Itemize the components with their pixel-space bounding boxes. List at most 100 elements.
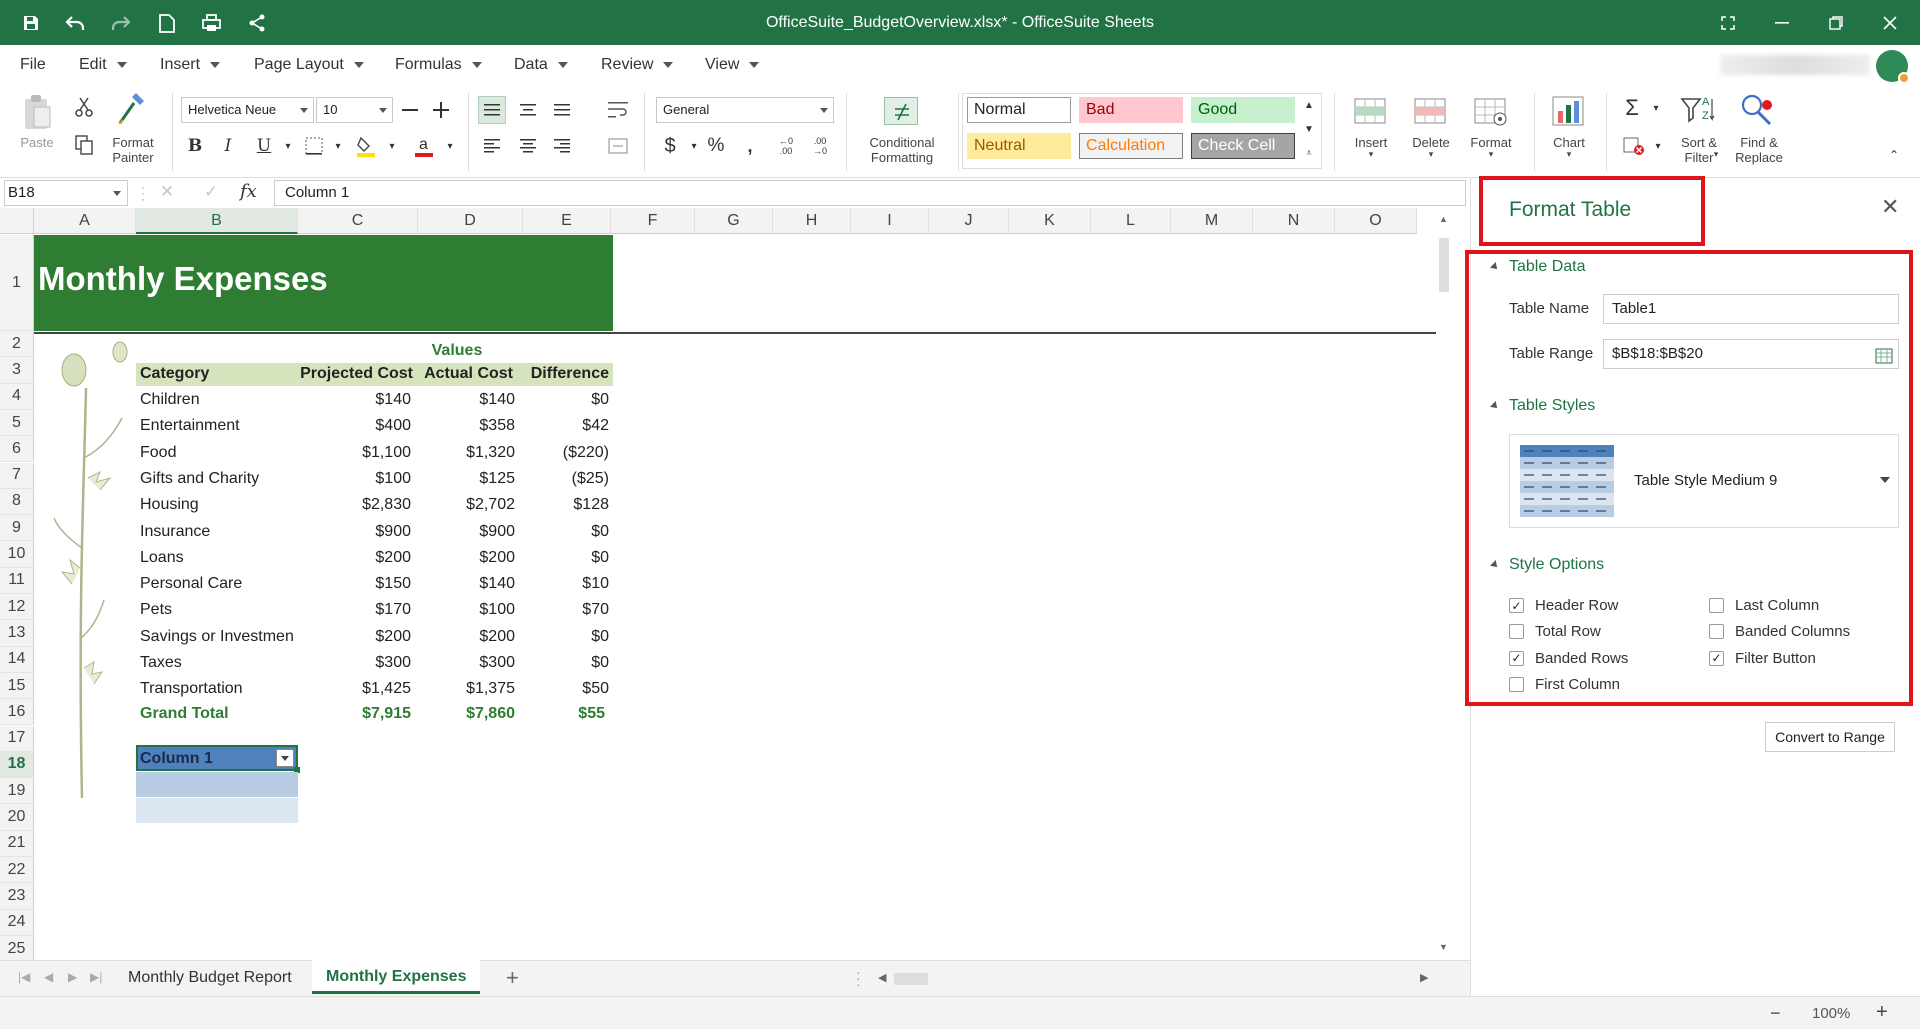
vertical-scrollbar[interactable]: ▲ ▼ — [1436, 208, 1452, 960]
cell-projected-cost[interactable]: $900 — [298, 519, 411, 545]
restore-icon[interactable] — [1808, 0, 1864, 45]
sheet-tab-monthly-budget-report[interactable]: Monthly Budget Report — [116, 961, 304, 995]
cell-projected-cost[interactable]: $140 — [298, 387, 411, 413]
cell-actual-cost[interactable]: $140 — [418, 571, 515, 597]
font-name-select[interactable]: Helvetica Neue — [181, 97, 314, 123]
full-screen-icon[interactable] — [1700, 0, 1756, 45]
formula-input[interactable]: Column 1 — [274, 180, 1466, 206]
table-name-input[interactable]: Table1 — [1603, 294, 1899, 324]
close-window-icon[interactable] — [1862, 0, 1918, 45]
row-header-20[interactable]: 20 — [0, 804, 34, 831]
section-style-options[interactable]: Style Options — [1490, 556, 1604, 574]
column-header-b[interactable]: B — [136, 208, 298, 234]
cell-category[interactable]: Insurance — [140, 519, 300, 545]
cell-actual-cost[interactable]: $358 — [418, 413, 515, 439]
row-header-17[interactable]: 17 — [0, 725, 34, 752]
align-middle-icon[interactable] — [514, 96, 542, 124]
column-header-i[interactable]: I — [851, 208, 929, 234]
menu-formulas[interactable]: Formulas — [395, 45, 482, 85]
bold-icon[interactable]: B — [181, 132, 209, 160]
row-header-5[interactable]: 5 — [0, 409, 34, 437]
chart-dropdown-icon[interactable]: ▾ — [1544, 147, 1594, 162]
row-header-25[interactable]: 25 — [0, 935, 34, 960]
scroll-up-icon[interactable]: ▲ — [1439, 214, 1448, 224]
cell-difference[interactable]: ($220) — [516, 440, 609, 466]
sort-filter-dropdown-icon[interactable]: ▾ — [1708, 147, 1724, 162]
zoom-out-icon[interactable]: − — [1770, 1003, 1781, 1024]
option-first-column[interactable]: First Column — [1509, 676, 1620, 693]
cancel-entry-icon[interactable]: ✕ — [160, 182, 174, 202]
cell-projected-cost[interactable]: $170 — [298, 597, 411, 623]
align-right-icon[interactable] — [548, 132, 576, 160]
cell-actual-cost[interactable]: $900 — [418, 519, 515, 545]
cut-icon[interactable] — [70, 93, 98, 121]
sort-filter-icon[interactable]: AZ — [1680, 93, 1716, 127]
menu-insert[interactable]: Insert — [160, 45, 221, 85]
header-actual-cost[interactable]: Actual Cost — [418, 361, 513, 387]
cell-difference[interactable]: $128 — [516, 492, 609, 518]
column-header-l[interactable]: L — [1091, 208, 1171, 234]
add-sheet-icon[interactable]: + — [506, 965, 519, 991]
row-header-14[interactable]: 14 — [0, 646, 34, 673]
cell-actual-cost[interactable]: $200 — [418, 545, 515, 571]
option-total-row[interactable]: Total Row — [1509, 623, 1601, 640]
cell-difference[interactable]: $0 — [516, 624, 609, 650]
column-header-m[interactable]: M — [1171, 208, 1253, 234]
underline-dropdown-icon[interactable]: ▾ — [274, 132, 302, 160]
row-header-1[interactable]: 1 — [0, 235, 34, 331]
cell-projected-cost[interactable]: $1,100 — [298, 440, 411, 466]
column-header-k[interactable]: K — [1009, 208, 1091, 234]
conditional-formatting-label[interactable]: Conditional Formatting — [858, 135, 946, 165]
increase-font-icon[interactable] — [427, 96, 455, 124]
row-header-6[interactable]: 6 — [0, 436, 34, 463]
row-header-21[interactable]: 21 — [0, 830, 34, 857]
option-last-column[interactable]: Last Column — [1709, 597, 1819, 614]
cell-difference[interactable]: $10 — [516, 571, 609, 597]
cell-difference[interactable]: $50 — [516, 676, 609, 702]
decrease-font-icon[interactable] — [396, 96, 424, 124]
cell-category[interactable]: Pets — [140, 597, 300, 623]
cell-projected-cost[interactable]: $2,830 — [298, 492, 411, 518]
cell-difference[interactable]: $0 — [516, 545, 609, 571]
menu-data[interactable]: Data — [514, 45, 568, 85]
cell-actual-cost[interactable]: $100 — [418, 597, 515, 623]
grand-total-actual[interactable]: $7,860 — [418, 701, 515, 727]
row-header-8[interactable]: 8 — [0, 488, 34, 516]
conditional-formatting-icon[interactable] — [884, 97, 918, 125]
style-calculation[interactable]: Calculation — [1079, 133, 1183, 159]
last-sheet-icon[interactable]: ▶| — [90, 970, 102, 984]
header-projected-cost[interactable]: Projected Cost — [298, 361, 413, 387]
new-document-icon[interactable] — [152, 8, 182, 38]
row-header-9[interactable]: 9 — [0, 515, 34, 542]
row-header-22[interactable]: 22 — [0, 857, 34, 884]
row-header-13[interactable]: 13 — [0, 620, 34, 647]
cell-projected-cost[interactable]: $200 — [298, 624, 411, 650]
fill-color-icon[interactable] — [352, 132, 380, 160]
cell-category[interactable]: Savings or Investmen — [140, 624, 300, 650]
cell-actual-cost[interactable]: $140 — [418, 387, 515, 413]
redo-icon[interactable] — [106, 8, 136, 38]
cell-category[interactable]: Children — [140, 387, 300, 413]
collapse-ribbon-icon[interactable]: ⌃ — [1880, 141, 1908, 169]
fill-color-dropdown-icon[interactable]: ▾ — [378, 132, 406, 160]
cell-actual-cost[interactable]: $200 — [418, 624, 515, 650]
insert-dropdown-icon[interactable]: ▾ — [1346, 147, 1396, 162]
cell-category[interactable]: Gifts and Charity — [140, 466, 300, 492]
menu-view[interactable]: View — [705, 45, 760, 85]
next-sheet-icon[interactable]: ▶ — [68, 970, 77, 984]
row-header-2[interactable]: 2 — [0, 331, 34, 358]
table-header-column1[interactable]: Column 1 — [140, 746, 260, 772]
delete-dropdown-icon[interactable]: ▾ — [1406, 147, 1456, 162]
undo-icon[interactable] — [60, 8, 90, 38]
cell-difference[interactable]: $0 — [516, 387, 609, 413]
row-header-24[interactable]: 24 — [0, 909, 34, 936]
column-header-h[interactable]: H — [773, 208, 851, 234]
chart-icon[interactable] — [1552, 95, 1586, 127]
option-header-row[interactable]: ✓ Header Row — [1509, 597, 1618, 614]
cell-category[interactable]: Transportation — [140, 676, 300, 702]
checkbox-checked-icon[interactable]: ✓ — [1509, 650, 1524, 666]
table-range-input[interactable]: $B$18:$B$20 — [1603, 339, 1899, 369]
percent-icon[interactable]: % — [702, 132, 730, 160]
zoom-in-icon[interactable]: + — [1876, 1001, 1888, 1024]
share-icon[interactable] — [242, 8, 272, 38]
